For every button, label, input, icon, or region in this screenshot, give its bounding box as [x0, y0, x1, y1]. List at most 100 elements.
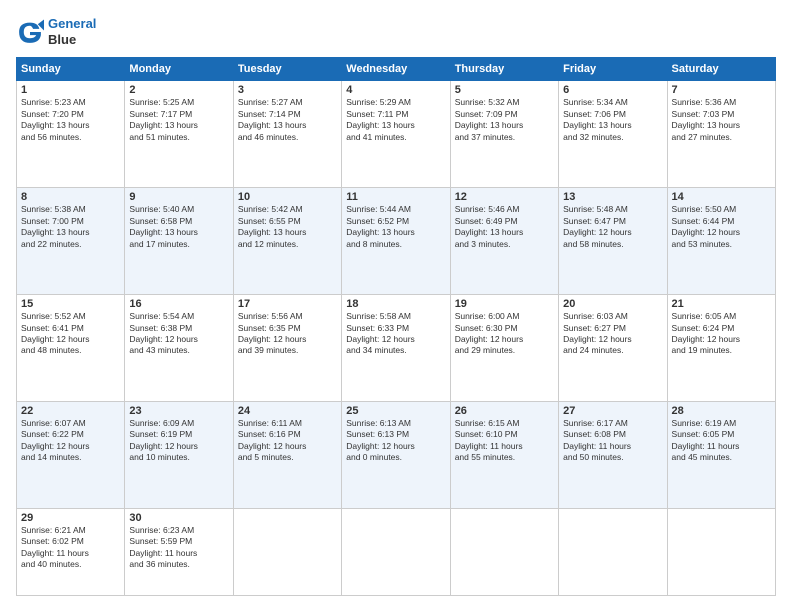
day-number: 10: [238, 191, 337, 203]
table-row: 25Sunrise: 6:13 AMSunset: 6:13 PMDayligh…: [342, 402, 450, 509]
table-row: 22Sunrise: 6:07 AMSunset: 6:22 PMDayligh…: [17, 402, 125, 509]
day-number: 11: [346, 191, 445, 203]
table-row: 14Sunrise: 5:50 AMSunset: 6:44 PMDayligh…: [667, 188, 775, 295]
day-number: 16: [129, 298, 228, 310]
table-row: 7Sunrise: 5:36 AMSunset: 7:03 PMDaylight…: [667, 81, 775, 188]
table-row: 29Sunrise: 6:21 AMSunset: 6:02 PMDayligh…: [17, 508, 125, 595]
day-info: Sunrise: 5:32 AMSunset: 7:09 PMDaylight:…: [455, 97, 554, 143]
day-number: 14: [672, 191, 771, 203]
logo: General Blue: [16, 16, 96, 47]
day-info: Sunrise: 5:23 AMSunset: 7:20 PMDaylight:…: [21, 97, 120, 143]
table-row: 4Sunrise: 5:29 AMSunset: 7:11 PMDaylight…: [342, 81, 450, 188]
day-info: Sunrise: 6:07 AMSunset: 6:22 PMDaylight:…: [21, 418, 120, 464]
day-number: 29: [21, 512, 120, 524]
day-info: Sunrise: 5:27 AMSunset: 7:14 PMDaylight:…: [238, 97, 337, 143]
header: General Blue: [16, 16, 776, 47]
col-thursday: Thursday: [450, 58, 558, 81]
table-row: [233, 508, 341, 595]
col-sunday: Sunday: [17, 58, 125, 81]
calendar-week-row: 1Sunrise: 5:23 AMSunset: 7:20 PMDaylight…: [17, 81, 776, 188]
day-number: 1: [21, 84, 120, 96]
table-row: [559, 508, 667, 595]
table-row: 10Sunrise: 5:42 AMSunset: 6:55 PMDayligh…: [233, 188, 341, 295]
day-number: 28: [672, 405, 771, 417]
col-tuesday: Tuesday: [233, 58, 341, 81]
table-row: 1Sunrise: 5:23 AMSunset: 7:20 PMDaylight…: [17, 81, 125, 188]
day-number: 8: [21, 191, 120, 203]
col-wednesday: Wednesday: [342, 58, 450, 81]
day-info: Sunrise: 6:03 AMSunset: 6:27 PMDaylight:…: [563, 311, 662, 357]
day-number: 15: [21, 298, 120, 310]
day-info: Sunrise: 5:29 AMSunset: 7:11 PMDaylight:…: [346, 97, 445, 143]
table-row: [450, 508, 558, 595]
table-row: 30Sunrise: 6:23 AMSunset: 5:59 PMDayligh…: [125, 508, 233, 595]
day-number: 5: [455, 84, 554, 96]
day-info: Sunrise: 6:13 AMSunset: 6:13 PMDaylight:…: [346, 418, 445, 464]
table-row: 17Sunrise: 5:56 AMSunset: 6:35 PMDayligh…: [233, 295, 341, 402]
day-info: Sunrise: 5:44 AMSunset: 6:52 PMDaylight:…: [346, 204, 445, 250]
day-info: Sunrise: 5:40 AMSunset: 6:58 PMDaylight:…: [129, 204, 228, 250]
day-number: 17: [238, 298, 337, 310]
table-row: 13Sunrise: 5:48 AMSunset: 6:47 PMDayligh…: [559, 188, 667, 295]
day-info: Sunrise: 5:48 AMSunset: 6:47 PMDaylight:…: [563, 204, 662, 250]
day-info: Sunrise: 5:38 AMSunset: 7:00 PMDaylight:…: [21, 204, 120, 250]
table-row: 24Sunrise: 6:11 AMSunset: 6:16 PMDayligh…: [233, 402, 341, 509]
day-info: Sunrise: 6:11 AMSunset: 6:16 PMDaylight:…: [238, 418, 337, 464]
calendar-table: Sunday Monday Tuesday Wednesday Thursday…: [16, 57, 776, 596]
table-row: 27Sunrise: 6:17 AMSunset: 6:08 PMDayligh…: [559, 402, 667, 509]
day-number: 23: [129, 405, 228, 417]
day-number: 21: [672, 298, 771, 310]
table-row: 15Sunrise: 5:52 AMSunset: 6:41 PMDayligh…: [17, 295, 125, 402]
day-number: 9: [129, 191, 228, 203]
logo-text: General Blue: [48, 16, 96, 47]
day-info: Sunrise: 6:17 AMSunset: 6:08 PMDaylight:…: [563, 418, 662, 464]
day-number: 2: [129, 84, 228, 96]
calendar-week-row: 8Sunrise: 5:38 AMSunset: 7:00 PMDaylight…: [17, 188, 776, 295]
table-row: 12Sunrise: 5:46 AMSunset: 6:49 PMDayligh…: [450, 188, 558, 295]
table-row: 21Sunrise: 6:05 AMSunset: 6:24 PMDayligh…: [667, 295, 775, 402]
calendar-week-row: 22Sunrise: 6:07 AMSunset: 6:22 PMDayligh…: [17, 402, 776, 509]
day-info: Sunrise: 6:23 AMSunset: 5:59 PMDaylight:…: [129, 525, 228, 571]
day-info: Sunrise: 5:25 AMSunset: 7:17 PMDaylight:…: [129, 97, 228, 143]
table-row: 8Sunrise: 5:38 AMSunset: 7:00 PMDaylight…: [17, 188, 125, 295]
day-info: Sunrise: 6:00 AMSunset: 6:30 PMDaylight:…: [455, 311, 554, 357]
day-number: 26: [455, 405, 554, 417]
day-info: Sunrise: 5:42 AMSunset: 6:55 PMDaylight:…: [238, 204, 337, 250]
day-number: 22: [21, 405, 120, 417]
day-number: 12: [455, 191, 554, 203]
col-monday: Monday: [125, 58, 233, 81]
table-row: 2Sunrise: 5:25 AMSunset: 7:17 PMDaylight…: [125, 81, 233, 188]
day-info: Sunrise: 5:46 AMSunset: 6:49 PMDaylight:…: [455, 204, 554, 250]
day-info: Sunrise: 5:52 AMSunset: 6:41 PMDaylight:…: [21, 311, 120, 357]
day-number: 18: [346, 298, 445, 310]
table-row: 9Sunrise: 5:40 AMSunset: 6:58 PMDaylight…: [125, 188, 233, 295]
page: General Blue Sunday Monday Tuesday Wedne…: [0, 0, 792, 612]
table-row: 11Sunrise: 5:44 AMSunset: 6:52 PMDayligh…: [342, 188, 450, 295]
day-info: Sunrise: 6:15 AMSunset: 6:10 PMDaylight:…: [455, 418, 554, 464]
day-info: Sunrise: 5:34 AMSunset: 7:06 PMDaylight:…: [563, 97, 662, 143]
day-number: 30: [129, 512, 228, 524]
table-row: [342, 508, 450, 595]
day-info: Sunrise: 5:54 AMSunset: 6:38 PMDaylight:…: [129, 311, 228, 357]
day-number: 25: [346, 405, 445, 417]
calendar-header-row: Sunday Monday Tuesday Wednesday Thursday…: [17, 58, 776, 81]
table-row: 28Sunrise: 6:19 AMSunset: 6:05 PMDayligh…: [667, 402, 775, 509]
day-info: Sunrise: 5:50 AMSunset: 6:44 PMDaylight:…: [672, 204, 771, 250]
day-info: Sunrise: 6:19 AMSunset: 6:05 PMDaylight:…: [672, 418, 771, 464]
table-row: [667, 508, 775, 595]
day-info: Sunrise: 6:05 AMSunset: 6:24 PMDaylight:…: [672, 311, 771, 357]
table-row: 26Sunrise: 6:15 AMSunset: 6:10 PMDayligh…: [450, 402, 558, 509]
table-row: 20Sunrise: 6:03 AMSunset: 6:27 PMDayligh…: [559, 295, 667, 402]
col-saturday: Saturday: [667, 58, 775, 81]
day-number: 7: [672, 84, 771, 96]
day-number: 6: [563, 84, 662, 96]
day-number: 4: [346, 84, 445, 96]
day-number: 19: [455, 298, 554, 310]
col-friday: Friday: [559, 58, 667, 81]
day-number: 20: [563, 298, 662, 310]
day-number: 24: [238, 405, 337, 417]
table-row: 23Sunrise: 6:09 AMSunset: 6:19 PMDayligh…: [125, 402, 233, 509]
day-info: Sunrise: 5:56 AMSunset: 6:35 PMDaylight:…: [238, 311, 337, 357]
day-number: 13: [563, 191, 662, 203]
day-info: Sunrise: 6:21 AMSunset: 6:02 PMDaylight:…: [21, 525, 120, 571]
